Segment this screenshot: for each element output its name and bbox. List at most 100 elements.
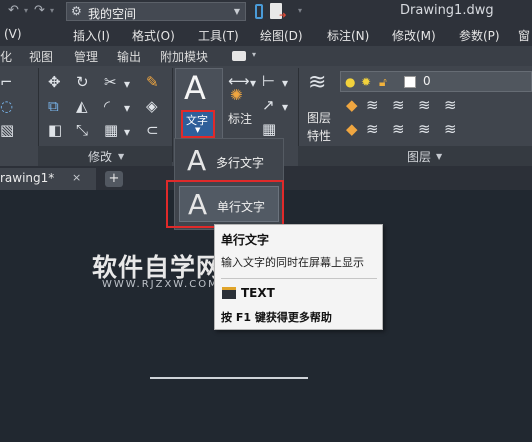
leader-icon[interactable]: ↗	[262, 96, 275, 114]
leader-caret-icon[interactable]: ▾	[282, 98, 288, 116]
tooltip: 单行文字 输入文字的同时在屏幕上显示 TEXT 按 F1 键获得更多帮助	[214, 224, 383, 330]
menu-tools[interactable]: 工具(T)	[198, 27, 239, 44]
mirror-icon[interactable]: ◭	[76, 97, 88, 115]
copy-icon[interactable]: ⧉	[48, 97, 59, 115]
tooltip-help: 按 F1 键获得更多帮助	[221, 311, 332, 324]
redo-caret-icon[interactable]: ▾	[50, 6, 54, 15]
menu-insert[interactable]: 插入(I)	[73, 27, 110, 44]
layer-lock-icon[interactable]: ≋	[418, 96, 431, 114]
command-line-icon	[222, 287, 236, 299]
explode-icon[interactable]: ◈	[146, 97, 158, 115]
undo-arrow-icon[interactable]: ↶	[8, 3, 19, 18]
tab-addins[interactable]: 附加模块	[160, 48, 208, 65]
lightbulb-icon: ●	[345, 75, 356, 89]
redo-arrow-icon[interactable]: ↷	[34, 3, 45, 18]
menu-item-label: 多行文字	[216, 156, 265, 170]
panel-title-modify[interactable]: 修改	[88, 148, 112, 165]
move-icon[interactable]: ✥	[48, 73, 61, 91]
menu-view[interactable]: (V)	[4, 27, 22, 41]
linear-dim-caret-icon[interactable]: ▾	[250, 74, 256, 92]
array-icon[interactable]: ▦	[104, 121, 118, 139]
tab-parametric[interactable]: 化	[0, 48, 12, 65]
panel-separator	[172, 68, 173, 162]
menu-draw[interactable]: 绘图(D)	[260, 27, 303, 44]
stretch-icon[interactable]: ◧	[48, 121, 62, 139]
layer-value: 0	[423, 74, 431, 88]
layer-color-swatch	[404, 76, 416, 88]
close-icon[interactable]: ×	[72, 171, 81, 184]
workspace-label: 我的空间	[88, 7, 137, 21]
chevron-down-icon[interactable]: ▼	[436, 152, 442, 161]
tab-manage[interactable]: 管理	[74, 48, 98, 65]
text-tool-button[interactable]: 文字 ▼	[181, 110, 215, 138]
array-caret-icon[interactable]: ▾	[124, 123, 130, 141]
layer-unlock-icon[interactable]: ≋	[444, 96, 457, 114]
fillet-caret-icon[interactable]: ▾	[124, 99, 130, 117]
table-icon[interactable]: ▦	[262, 120, 276, 138]
layer-match-icon[interactable]: ◆	[346, 120, 358, 138]
watermark: 软件自学网 WWW.RJZXW.COM	[92, 248, 232, 298]
annotate-label[interactable]: 标注	[228, 110, 252, 127]
sun-icon: ✹	[361, 75, 372, 89]
tooltip-title: 单行文字	[221, 233, 270, 247]
menu-modify[interactable]: 修改(M)	[392, 27, 436, 44]
chevron-down-icon: ▼	[233, 7, 240, 16]
layer-merge-icon[interactable]: ≋	[418, 120, 431, 138]
document-title: Drawing1.dwg	[400, 3, 494, 18]
ellipse-icon[interactable]: ◌	[0, 97, 13, 115]
workspace-dropdown[interactable]: ⚙ 我的空间 ▼	[66, 2, 246, 21]
phone-icon[interactable]	[255, 4, 263, 19]
dim-caret-icon[interactable]: ▾	[282, 74, 288, 92]
chevron-down-icon: ▾	[252, 50, 257, 59]
drawn-line	[150, 377, 308, 379]
menu-bar: (V) 插入(I) 格式(O) 工具(T) 绘图(D) 标注(N) 修改(M) …	[0, 24, 532, 46]
fillet-icon[interactable]: ◜	[104, 97, 110, 115]
menu-format[interactable]: 格式(O)	[132, 27, 175, 44]
tooltip-divider	[221, 278, 377, 279]
title-bar: ↶ ▾ ↷ ▾ ⚙ 我的空间 ▼ ➜ ▾ Drawing1.dwg	[0, 0, 532, 24]
ribbon-tab-bar: 化 视图 管理 输出 附加模块 ▾	[0, 46, 532, 66]
layer-isolate-icon[interactable]: ≋	[366, 96, 379, 114]
tooltip-command: TEXT	[241, 286, 275, 300]
chevron-down-icon[interactable]: ▼	[118, 152, 124, 161]
panel-title-layers[interactable]: 图层	[407, 148, 431, 165]
undo-caret-icon[interactable]: ▾	[24, 6, 28, 15]
tooltip-description: 输入文字的同时在屏幕上显示	[221, 256, 364, 269]
text-a-icon: A	[184, 69, 206, 107]
menu-window[interactable]: 窗	[518, 27, 530, 44]
linear-dim-icon[interactable]: ⟷	[228, 72, 250, 90]
layer-off-icon[interactable]: ◆	[346, 96, 358, 114]
ribbon-tab-overflow[interactable]: ▾	[232, 50, 262, 62]
document-tab-label: rawing1*	[0, 171, 55, 185]
rotate-icon[interactable]: ↻	[76, 73, 89, 91]
watermark-url: WWW.RJZXW.COM	[102, 279, 219, 290]
layer-properties-sublabel[interactable]: 特性	[307, 127, 331, 144]
offset-icon[interactable]: ⊂	[146, 121, 159, 139]
layer-freeze-icon[interactable]: ≋	[392, 96, 405, 114]
menu-params[interactable]: 参数(P)	[459, 27, 500, 44]
erase-icon[interactable]: ✎	[146, 73, 159, 91]
scale-icon[interactable]: ⤡	[76, 121, 88, 139]
tab-view[interactable]: 视图	[29, 48, 53, 65]
dim-linear-icon[interactable]: ⊢	[262, 72, 275, 90]
trim-caret-icon[interactable]: ▾	[124, 75, 130, 93]
document-tab[interactable]: rawing1* ×	[0, 168, 96, 190]
layer-walk-icon[interactable]: ≋	[392, 120, 405, 138]
menu-dimension[interactable]: 标注(N)	[327, 27, 369, 44]
gear-icon: ⚙	[71, 4, 82, 18]
lock-icon: 🔓︎	[379, 75, 387, 89]
highlight-box	[166, 180, 284, 228]
layer-delete-icon[interactable]: ≋	[444, 120, 457, 138]
multiline-text-icon: A	[187, 144, 207, 177]
hatch-icon[interactable]: ▧	[0, 121, 14, 139]
layer-stack-icon[interactable]: ≋	[308, 72, 326, 94]
menu-item-multiline-text[interactable]: A 多行文字	[179, 143, 279, 179]
layer-current-icon[interactable]: ≋	[366, 120, 379, 138]
trim-icon[interactable]: ✂	[104, 73, 117, 91]
qa-toolbar-caret-icon[interactable]: ▾	[298, 6, 302, 15]
layer-properties-label[interactable]: 图层	[307, 109, 331, 126]
new-tab-button[interactable]: +	[105, 171, 123, 187]
rectangle-icon[interactable]: ⌐	[0, 73, 13, 91]
layer-dropdown[interactable]: ● ✹ 🔓︎ 0	[340, 71, 532, 92]
tab-output[interactable]: 输出	[117, 48, 141, 65]
